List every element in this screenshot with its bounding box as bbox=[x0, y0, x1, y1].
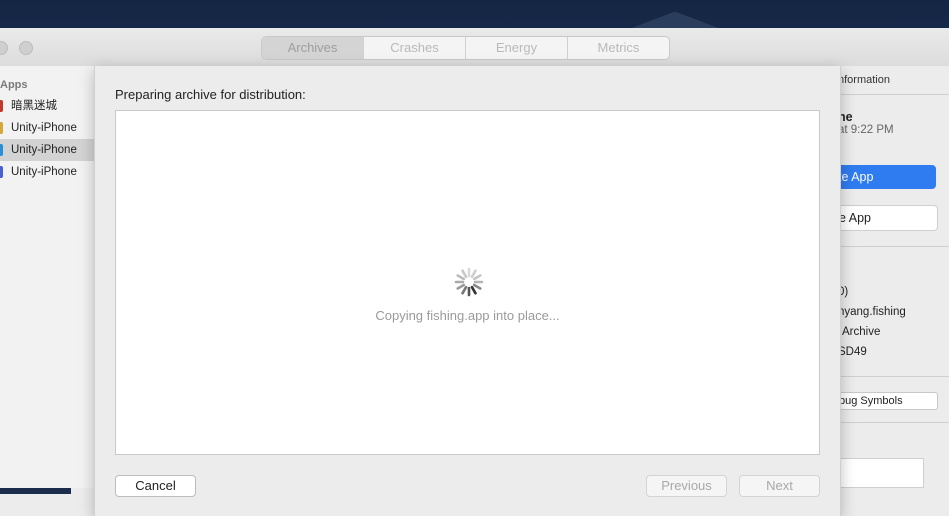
sidebar-item-app[interactable]: Unity-iPhone bbox=[0, 161, 94, 183]
app-icon bbox=[0, 122, 3, 134]
sidebar-item-label: Unity-iPhone bbox=[11, 122, 77, 134]
close-window-button[interactable] bbox=[0, 41, 8, 55]
distribution-sheet: Preparing archive for distribution: Copy… bbox=[94, 66, 841, 516]
organizer-tab-bar: Archives Crashes Energy Metrics bbox=[261, 36, 670, 60]
button-label: bug Symbols bbox=[839, 395, 903, 407]
sheet-heading: Preparing archive for distribution: bbox=[115, 87, 306, 102]
divider bbox=[838, 94, 949, 95]
divider bbox=[838, 376, 949, 377]
archive-team: SD49 bbox=[838, 346, 867, 358]
tab-archives[interactable]: Archives bbox=[262, 37, 364, 59]
divider bbox=[838, 422, 949, 423]
section-title: nformation bbox=[838, 74, 890, 86]
archive-identifier: nyang.fishing bbox=[838, 306, 906, 318]
next-button[interactable]: Next bbox=[739, 475, 820, 497]
description-field[interactable] bbox=[833, 458, 924, 488]
app-icon bbox=[0, 100, 3, 112]
cancel-button[interactable]: Cancel bbox=[115, 475, 196, 497]
tab-metrics[interactable]: Metrics bbox=[568, 37, 669, 59]
divider bbox=[838, 246, 949, 247]
tab-crashes[interactable]: Crashes bbox=[364, 37, 466, 59]
sidebar-item-label: 暗黑迷城 bbox=[11, 100, 57, 112]
app-icon bbox=[0, 144, 3, 156]
validate-app-button[interactable]: e App bbox=[833, 205, 938, 231]
button-label: e App bbox=[839, 211, 871, 225]
sidebar-item-label: Unity-iPhone bbox=[11, 144, 77, 156]
sidebar-item-app[interactable]: Unity-iPhone bbox=[0, 117, 94, 139]
archive-information-panel: nformation ne at 9:22 PM te App e App 0)… bbox=[833, 66, 949, 488]
button-label: te App bbox=[838, 170, 874, 184]
sidebar-item-label: Unity-iPhone bbox=[11, 166, 77, 178]
sidebar-item-app-selected[interactable]: Unity-iPhone bbox=[0, 139, 94, 161]
tab-energy[interactable]: Energy bbox=[466, 37, 568, 59]
app-icon bbox=[0, 166, 3, 178]
desktop-corner bbox=[0, 488, 71, 494]
archive-type: Archive bbox=[842, 326, 881, 338]
minimize-window-button[interactable] bbox=[19, 41, 33, 55]
distribute-app-button[interactable]: te App bbox=[833, 165, 936, 189]
progress-status-text: Copying fishing.app into place... bbox=[375, 308, 560, 323]
sidebar-item-app[interactable]: 暗黑迷城 bbox=[0, 95, 94, 117]
progress-panel: Copying fishing.app into place... bbox=[115, 110, 820, 455]
apps-sidebar: Apps 暗黑迷城 Unity-iPhone Unity-iPhone Unit… bbox=[0, 66, 94, 488]
loading-spinner-icon bbox=[454, 267, 484, 297]
archive-date: at 9:22 PM bbox=[838, 124, 894, 136]
title-bar: Archives Crashes Energy Metrics bbox=[0, 28, 949, 67]
previous-button[interactable]: Previous bbox=[646, 475, 727, 497]
download-debug-symbols-button[interactable]: bug Symbols bbox=[833, 392, 938, 410]
sidebar-header: Apps bbox=[0, 79, 28, 91]
